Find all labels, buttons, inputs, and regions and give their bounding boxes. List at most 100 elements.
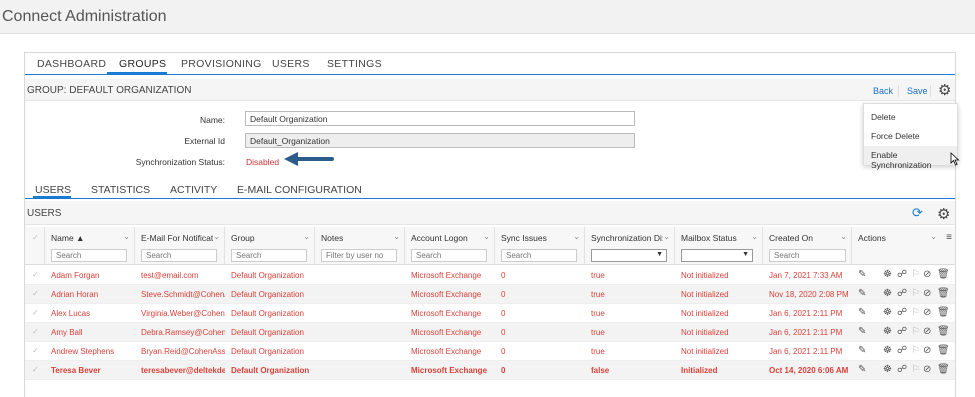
subtab-activity[interactable]: ACTIVITY: [170, 184, 217, 196]
table-row[interactable]: ✓ Adrian Horan Steve.Schmidt@CohenA... Defa…: [25, 285, 955, 304]
sync-icon[interactable]: ☸: [883, 288, 892, 299]
edit-icon[interactable]: ✎: [858, 326, 866, 337]
cell-name[interactable]: Adrian Horan: [51, 290, 135, 299]
edit-icon[interactable]: ✎: [858, 364, 866, 375]
tab-provisioning[interactable]: PROVISIONING: [181, 58, 262, 70]
table-row[interactable]: ✓ Adam Forgan test@email.com Default Organi…: [25, 266, 955, 285]
column-header-created-on[interactable]: Created On ⌄: [763, 227, 852, 265]
tab-users[interactable]: USERS: [272, 58, 310, 70]
trash-icon[interactable]: 🗑: [937, 307, 950, 318]
trash-icon[interactable]: 🗑: [937, 269, 950, 280]
column-header-mailbox-status[interactable]: Mailbox Status ⌄ ▼: [675, 227, 763, 265]
flag-icon[interactable]: ⚐: [911, 288, 920, 299]
edit-icon[interactable]: ✎: [858, 307, 866, 318]
table-row[interactable]: ✓ Teresa Bever teresabever@deltekde... Defa…: [25, 361, 955, 380]
filter-account-logon[interactable]: [411, 249, 487, 262]
disable-icon[interactable]: ⊘: [923, 288, 931, 299]
disable-icon[interactable]: ⊘: [923, 364, 931, 375]
link-icon[interactable]: ☍: [897, 288, 907, 299]
flag-icon[interactable]: ⚐: [911, 326, 920, 337]
filter-notes[interactable]: [321, 249, 397, 262]
gear-icon[interactable]: ⚙: [937, 205, 950, 223]
flag-icon[interactable]: ⚐: [911, 307, 920, 318]
link-icon[interactable]: ☍: [897, 364, 907, 375]
refresh-icon[interactable]: ⟳: [912, 205, 923, 221]
menu-item-enable-synchronization[interactable]: Enable Synchronization: [871, 150, 957, 170]
sync-icon[interactable]: ☸: [883, 326, 892, 337]
row-check-icon[interactable]: ✓: [32, 270, 39, 279]
tab-settings[interactable]: SETTINGS: [327, 58, 382, 70]
trash-icon[interactable]: 🗑: [937, 364, 950, 375]
row-check-icon[interactable]: ✓: [32, 289, 39, 298]
chevron-down-icon[interactable]: ⌄: [303, 232, 310, 241]
filter-group[interactable]: [231, 249, 307, 262]
cell-name[interactable]: Andrew Stephens: [51, 347, 135, 356]
chevron-down-icon[interactable]: ⌄: [751, 232, 758, 241]
cell-name[interactable]: Adam Forgan: [51, 271, 135, 280]
chevron-down-icon[interactable]: ⌄: [663, 232, 670, 241]
chevron-down-icon[interactable]: ⌄: [840, 232, 847, 241]
check-icon[interactable]: ✓: [32, 233, 39, 242]
table-row[interactable]: ✓ Alex Lucas Virginia.Weber@CohenA... Defau…: [25, 304, 955, 323]
disable-icon[interactable]: ⊘: [923, 326, 931, 337]
filter-name[interactable]: [51, 249, 127, 262]
cell-name[interactable]: Teresa Bever: [51, 366, 135, 375]
flag-icon[interactable]: ⚐: [911, 364, 920, 375]
column-header-sync-issues[interactable]: Sync Issues ⌄: [495, 227, 585, 265]
link-icon[interactable]: ☍: [897, 269, 907, 280]
row-check-icon[interactable]: ✓: [32, 308, 39, 317]
name-field[interactable]: Default Organization: [245, 111, 635, 126]
chevron-down-icon[interactable]: ⌄: [393, 232, 400, 241]
column-header-email[interactable]: E-Mail For Notificat: ⌄: [135, 227, 225, 265]
column-header-notes[interactable]: Notes ⌄: [315, 227, 405, 265]
column-menu-icon[interactable]: ≡: [946, 232, 952, 243]
subtab-users[interactable]: USERS: [35, 184, 71, 196]
sync-icon[interactable]: ☸: [883, 269, 892, 280]
table-row[interactable]: ✓ Andrew Stephens Bryan.Reid@CohenAss... De…: [25, 342, 955, 361]
chevron-down-icon[interactable]: ⌄: [123, 232, 130, 241]
filter-mailbox-status-select[interactable]: ▼: [681, 249, 753, 262]
chevron-down-icon[interactable]: ⌄: [930, 232, 937, 241]
column-header-sync-disabled[interactable]: Synchronization Di: ⌄ ▼: [585, 227, 675, 265]
edit-icon[interactable]: ✎: [858, 288, 866, 299]
menu-item-delete[interactable]: Delete: [871, 112, 896, 122]
filter-created-on[interactable]: [769, 249, 846, 262]
edit-icon[interactable]: ✎: [858, 345, 866, 356]
subtab-email-configuration[interactable]: E-MAIL CONFIGURATION: [237, 184, 362, 196]
chevron-down-icon[interactable]: ⌄: [483, 232, 490, 241]
chevron-down-icon[interactable]: ⌄: [573, 232, 580, 241]
tab-groups[interactable]: GROUPS: [119, 58, 166, 70]
sync-icon[interactable]: ☸: [883, 364, 892, 375]
disable-icon[interactable]: ⊘: [923, 345, 931, 356]
link-icon[interactable]: ☍: [897, 307, 907, 318]
filter-email[interactable]: [141, 249, 217, 262]
filter-sync-disabled-select[interactable]: ▼: [591, 249, 667, 262]
trash-icon[interactable]: 🗑: [937, 288, 950, 299]
row-check-icon[interactable]: ✓: [32, 346, 39, 355]
link-icon[interactable]: ☍: [897, 326, 907, 337]
tab-dashboard[interactable]: DASHBOARD: [37, 58, 106, 70]
edit-icon[interactable]: ✎: [858, 269, 866, 280]
column-header-name[interactable]: Name ▲ ⌄: [45, 227, 135, 265]
filter-sync-issues[interactable]: [501, 249, 577, 262]
table-row[interactable]: ✓ Amy Ball Debra.Ramsey@CohenA... Default O…: [25, 323, 955, 342]
column-header-account-logon[interactable]: Account Logon ⌄: [405, 227, 495, 265]
sync-icon[interactable]: ☸: [883, 345, 892, 356]
trash-icon[interactable]: 🗑: [937, 345, 950, 356]
row-check-icon[interactable]: ✓: [32, 327, 39, 336]
trash-icon[interactable]: 🗑: [937, 326, 950, 337]
link-icon[interactable]: ☍: [897, 345, 907, 356]
subtab-statistics[interactable]: STATISTICS: [91, 184, 150, 196]
disable-icon[interactable]: ⊘: [923, 307, 931, 318]
gear-icon[interactable]: ⚙: [938, 81, 951, 99]
cell-name[interactable]: Amy Ball: [51, 328, 135, 337]
menu-item-force-delete[interactable]: Force Delete: [871, 131, 920, 141]
flag-icon[interactable]: ⚐: [911, 345, 920, 356]
column-header-group[interactable]: Group ⌄: [225, 227, 315, 265]
cell-name[interactable]: Alex Lucas: [51, 309, 135, 318]
back-button[interactable]: Back: [873, 86, 893, 96]
chevron-down-icon[interactable]: ⌄: [213, 232, 220, 241]
disable-icon[interactable]: ⊘: [923, 269, 931, 280]
sync-icon[interactable]: ☸: [883, 307, 892, 318]
flag-icon[interactable]: ⚐: [911, 269, 920, 280]
